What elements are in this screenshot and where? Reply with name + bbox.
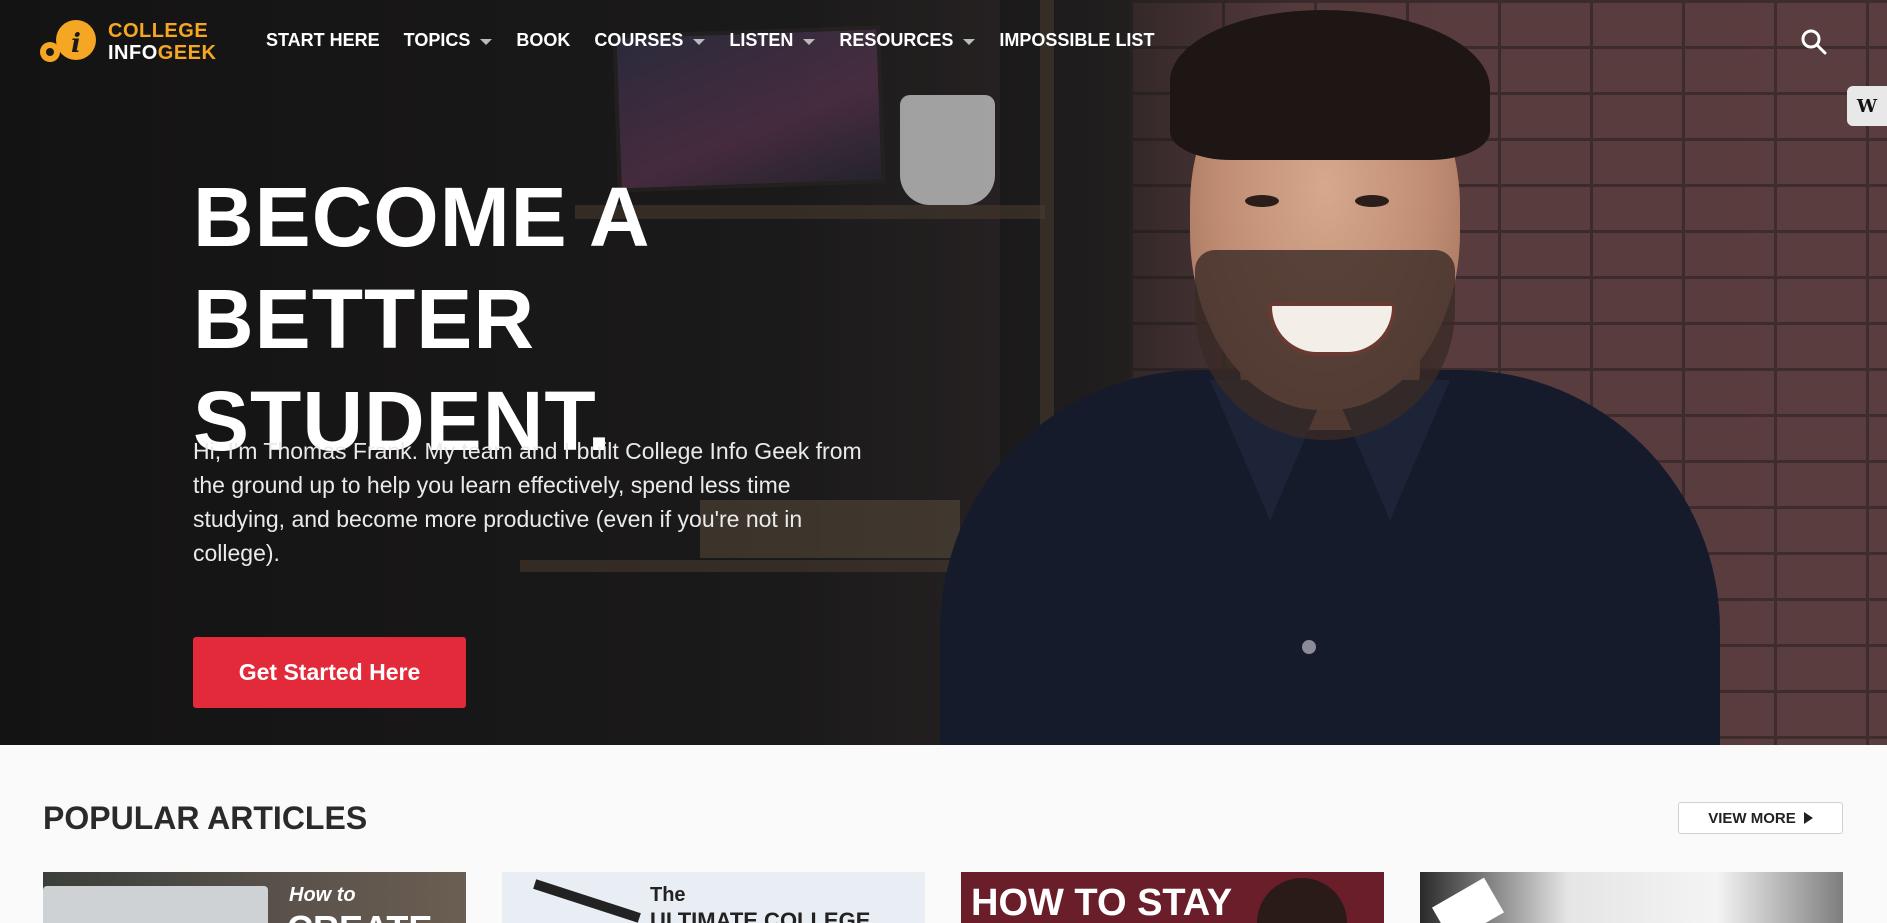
top-navigation: i COLLEGE INFOGEEK START HERE TOPICS BOO…	[0, 0, 1887, 84]
main-menu: START HERE TOPICS BOOK COURSES LISTEN RE…	[266, 30, 1178, 51]
hero-intro-text: Hi, I'm Thomas Frank. My team and I buil…	[193, 438, 862, 566]
logo-mark-icon: i	[40, 20, 96, 62]
side-widget-tab[interactable]: W	[1847, 86, 1887, 126]
nav-label: TOPICS	[403, 30, 471, 50]
logo-wordmark: COLLEGE INFOGEEK	[108, 20, 216, 64]
nav-book[interactable]: BOOK	[516, 30, 570, 51]
chevron-down-icon	[693, 38, 706, 45]
paper-illustration	[1432, 877, 1504, 923]
logo-line2a: INFO	[108, 42, 158, 64]
card-title-line1: HOW TO STAY	[971, 882, 1233, 923]
laptop-illustration	[43, 886, 268, 923]
nav-courses[interactable]: COURSES	[594, 30, 706, 51]
chevron-down-icon	[963, 38, 976, 45]
article-card-2[interactable]: The ULTIMATE COLLEGE	[502, 872, 925, 923]
nav-resources[interactable]: RESOURCES	[839, 30, 976, 51]
card-title-line1: How to	[289, 884, 356, 906]
hero-photo-person	[940, 0, 1720, 745]
nav-topics[interactable]: TOPICS	[404, 30, 493, 51]
card-title-line2: CREATE	[287, 908, 432, 923]
get-started-button[interactable]: Get Started Here	[193, 637, 466, 708]
svg-text:i: i	[71, 29, 81, 59]
nav-label: COURSES	[594, 30, 684, 50]
nav-label: LISTEN	[729, 30, 794, 50]
site-logo[interactable]: i COLLEGE INFOGEEK	[38, 18, 233, 66]
view-more-label: VIEW MORE	[1708, 809, 1796, 827]
hero-headline-line1: BECOME A BETTER	[193, 170, 648, 366]
nav-label: BOOK	[516, 30, 571, 50]
search-icon[interactable]	[1800, 28, 1828, 56]
article-card-1[interactable]: How to CREATE	[43, 872, 466, 923]
pen-illustration	[533, 879, 641, 923]
nav-start-here[interactable]: START HERE	[266, 30, 380, 51]
side-widget-label: W	[1856, 95, 1878, 117]
logo-line1: COLLEGE	[108, 20, 209, 42]
popular-articles-heading: POPULAR ARTICLES	[43, 800, 368, 836]
hero-headline: BECOME A BETTER STUDENT.	[193, 166, 1013, 472]
nav-listen[interactable]: LISTEN	[729, 30, 816, 51]
article-card-3[interactable]: HOW TO STAY	[961, 872, 1384, 923]
nav-label: RESOURCES	[839, 30, 954, 50]
chevron-down-icon	[803, 38, 816, 45]
nav-impossible-list[interactable]: IMPOSSIBLE LIST	[999, 30, 1154, 51]
nav-label: IMPOSSIBLE LIST	[999, 30, 1155, 50]
nav-label: START HERE	[266, 30, 380, 50]
card-title-line1: The	[650, 884, 686, 906]
chevron-down-icon	[480, 38, 493, 45]
card-title-line2: ULTIMATE COLLEGE	[650, 908, 871, 923]
logo-line2b: GEEK	[157, 42, 217, 64]
person-photo	[1257, 878, 1347, 923]
article-card-4[interactable]	[1420, 872, 1843, 923]
play-arrow-icon	[1803, 812, 1813, 824]
view-more-button[interactable]: VIEW MORE	[1678, 802, 1843, 834]
hero-section: BECOME A BETTER STUDENT. Hi, I'm Thomas …	[0, 0, 1887, 745]
